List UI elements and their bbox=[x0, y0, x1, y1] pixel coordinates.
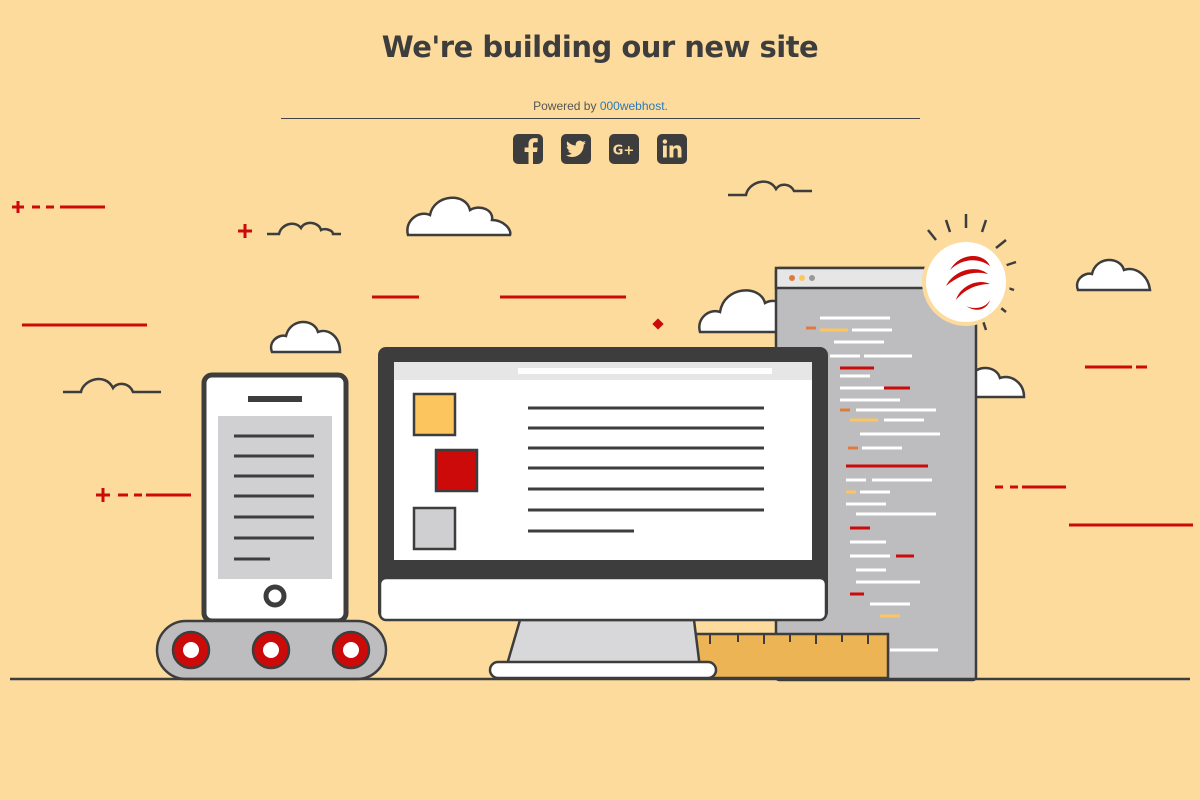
twitter-icon[interactable] bbox=[560, 133, 592, 165]
conveyor bbox=[155, 619, 388, 681]
code-lines bbox=[806, 316, 940, 652]
red-diamond bbox=[652, 318, 664, 330]
powered-by-label: Powered by bbox=[533, 99, 600, 113]
sun-badge bbox=[922, 214, 1017, 331]
monitor bbox=[378, 347, 828, 680]
ruler bbox=[688, 632, 890, 680]
phone bbox=[201, 372, 349, 624]
construction-illustration bbox=[10, 180, 1193, 682]
webhost-link[interactable]: 000webhost. bbox=[600, 99, 668, 113]
facebook-icon[interactable] bbox=[512, 133, 544, 165]
powered-by-line: Powered by 000webhost. bbox=[281, 99, 920, 119]
clouds bbox=[269, 196, 1152, 399]
svg-text:G+: G+ bbox=[613, 144, 635, 159]
outline-clouds bbox=[63, 180, 812, 394]
social-links: G+ bbox=[512, 133, 688, 165]
google-plus-icon[interactable]: G+ bbox=[608, 133, 640, 165]
decorative-lines bbox=[12, 201, 1193, 527]
linkedin-icon[interactable] bbox=[656, 133, 688, 165]
page-title: We're building our new site bbox=[381, 30, 819, 64]
code-panel bbox=[774, 266, 978, 682]
